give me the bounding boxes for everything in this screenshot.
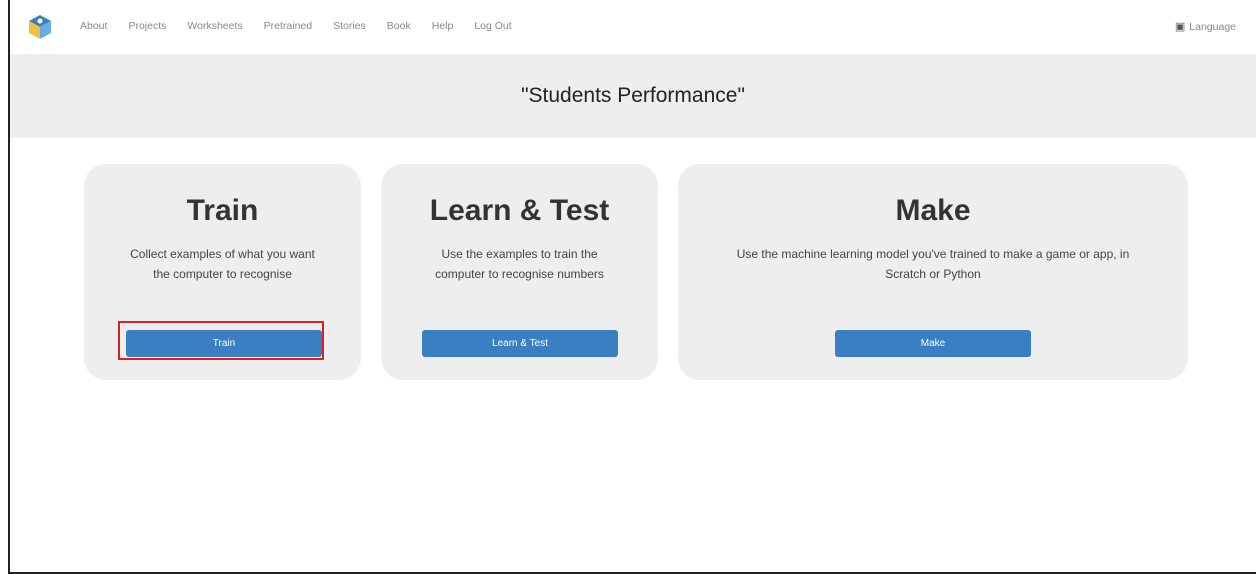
project-banner: "Students Performance" [10, 54, 1256, 138]
make-heading: Make [895, 194, 971, 227]
learn-test-desc-line1: Use the examples to train the [441, 247, 598, 261]
nav-logout[interactable]: Log Out [474, 20, 511, 32]
make-desc-line1: Use the machine learning model you've tr… [736, 247, 1130, 261]
nav-help[interactable]: Help [432, 20, 454, 32]
train-desc-line2: the computer to recognise [153, 267, 292, 281]
learn-test-desc-line2: computer to recognise numbers [435, 267, 604, 281]
make-button[interactable]: Make [835, 330, 1031, 357]
learn-test-button[interactable]: Learn & Test [422, 330, 618, 357]
learn-test-description: Use the examples to train the computer t… [381, 244, 658, 284]
nav-links: About Projects Worksheets Pretrained Sto… [80, 20, 533, 32]
train-desc-line1: Collect examples of what you want [130, 247, 315, 261]
highlight-box [118, 321, 324, 360]
nav-projects[interactable]: Projects [128, 20, 166, 32]
nav-book[interactable]: Book [387, 20, 411, 32]
nav-stories[interactable]: Stories [333, 20, 366, 32]
make-description: Use the machine learning model you've tr… [678, 244, 1188, 284]
nav-worksheets[interactable]: Worksheets [187, 20, 242, 32]
app-window: About Projects Worksheets Pretrained Sto… [8, 0, 1256, 574]
nav-about[interactable]: About [80, 20, 107, 32]
learn-test-heading: Learn & Test [429, 194, 610, 227]
learn-test-card: Learn & Test Use the examples to train t… [381, 164, 658, 380]
train-heading: Train [186, 194, 259, 227]
make-card: Make Use the machine learning model you'… [678, 164, 1188, 380]
make-desc-line2: Scratch or Python [885, 267, 981, 281]
top-navbar: About Projects Worksheets Pretrained Sto… [10, 0, 1256, 54]
language-label: Language [1189, 20, 1236, 33]
project-title: "Students Performance" [521, 84, 745, 107]
language-selector[interactable]: ▣ Language [1174, 20, 1236, 34]
logo-icon[interactable] [27, 13, 53, 41]
nav-pretrained[interactable]: Pretrained [264, 20, 312, 32]
train-description: Collect examples of what you want the co… [84, 244, 361, 284]
language-icon: ▣ [1174, 21, 1186, 33]
